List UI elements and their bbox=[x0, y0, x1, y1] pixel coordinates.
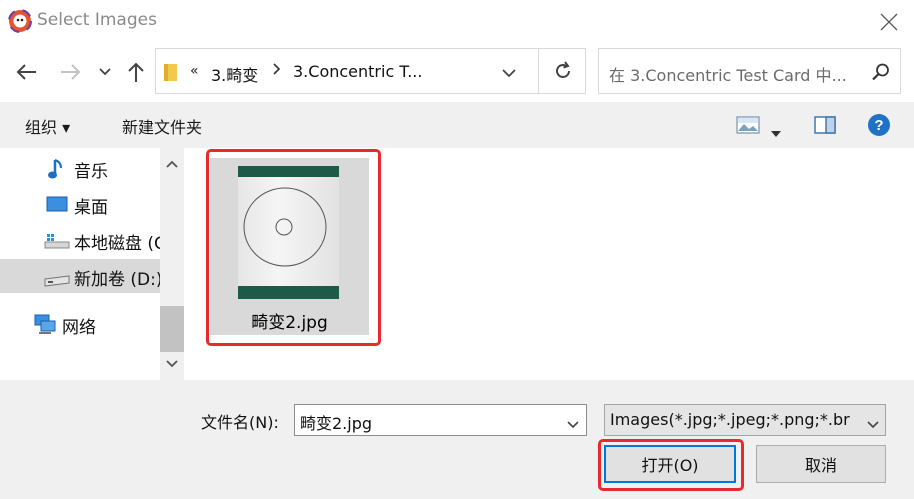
scrollbar-thumb[interactable] bbox=[160, 306, 184, 352]
nav-item-network[interactable]: 网络 bbox=[0, 307, 160, 341]
highlight-box-file bbox=[206, 149, 381, 346]
recent-locations-button[interactable] bbox=[92, 59, 118, 85]
refresh-button[interactable] bbox=[538, 49, 586, 93]
title-bar: Select Images bbox=[0, 0, 914, 42]
nav-item-label: 新加卷 (D:) bbox=[74, 270, 160, 290]
nav-item-label: 音乐 bbox=[74, 162, 108, 182]
chevron-down-icon bbox=[99, 68, 111, 76]
breadcrumb-item[interactable]: 3.Concentric T... bbox=[293, 62, 422, 81]
up-button[interactable] bbox=[123, 59, 149, 85]
filename-combobox[interactable]: 畸变2.jpg bbox=[294, 404, 587, 436]
breadcrumb-separator-icon[interactable] bbox=[273, 63, 281, 79]
search-box[interactable]: 在 3.Concentric Test Card 中... bbox=[598, 48, 901, 94]
filename-dropdown-icon[interactable] bbox=[567, 414, 579, 433]
file-type-select[interactable]: Images(*.jpg;*.jpeg;*.png;*.br bbox=[604, 404, 886, 436]
up-arrow-icon bbox=[128, 62, 144, 82]
nav-item-music[interactable]: 音乐 bbox=[0, 151, 160, 185]
search-icon[interactable] bbox=[871, 62, 891, 86]
nav-pane-scrollbar[interactable] bbox=[160, 148, 184, 380]
back-arrow-icon bbox=[16, 64, 36, 80]
navigation-pane: 音乐 桌面 本地磁盘 (C 新加卷 (D:) 网络 bbox=[0, 148, 160, 380]
local-disk-icon bbox=[44, 233, 70, 253]
network-icon bbox=[33, 313, 57, 339]
organize-menu-button[interactable]: 组织 ▾ bbox=[25, 114, 70, 138]
scroll-down-button[interactable] bbox=[160, 354, 184, 374]
filename-label: 文件名(N): bbox=[201, 413, 279, 432]
preview-pane-icon bbox=[814, 116, 836, 134]
nav-item-volume-d[interactable]: 新加卷 (D:) bbox=[0, 259, 160, 293]
folder-icon bbox=[163, 62, 179, 86]
bottom-panel: 文件名(N): 畸变2.jpg Images(*.jpg;*.jpeg;*.pn… bbox=[0, 380, 914, 499]
close-button[interactable] bbox=[872, 8, 906, 36]
app-logo-icon bbox=[8, 9, 32, 33]
drive-icon bbox=[44, 272, 70, 291]
chevron-down-icon bbox=[166, 360, 178, 368]
svg-text:?: ? bbox=[874, 117, 883, 134]
nav-item-local-disk-c[interactable]: 本地磁盘 (C bbox=[0, 223, 160, 257]
highlight-box-open bbox=[598, 439, 744, 491]
breadcrumb-overflow[interactable]: « bbox=[190, 63, 199, 79]
new-folder-button[interactable]: 新建文件夹 bbox=[122, 114, 202, 138]
breadcrumb-item[interactable]: 3.畸变 bbox=[211, 62, 258, 86]
cancel-button[interactable]: 取消 bbox=[756, 445, 886, 483]
nav-item-desktop[interactable]: 桌面 bbox=[0, 187, 160, 221]
address-bar[interactable]: « 3.畸变 3.Concentric T... bbox=[155, 48, 586, 94]
file-list: 畸变2.jpg bbox=[186, 148, 914, 380]
view-thumbnail-icon bbox=[736, 116, 760, 134]
command-toolbar: 组织 ▾ 新建文件夹 ? bbox=[0, 102, 914, 148]
back-button[interactable] bbox=[13, 59, 39, 85]
filename-input[interactable]: 畸变2.jpg bbox=[300, 410, 372, 434]
scroll-up-button[interactable] bbox=[160, 154, 184, 174]
address-dropdown-icon[interactable] bbox=[502, 63, 516, 82]
nav-item-label: 网络 bbox=[62, 318, 96, 338]
preview-pane-button[interactable] bbox=[814, 116, 836, 138]
nav-item-label: 桌面 bbox=[74, 198, 108, 218]
close-icon bbox=[880, 13, 898, 31]
chevron-up-icon bbox=[166, 160, 178, 168]
help-button[interactable]: ? bbox=[867, 113, 891, 141]
nav-item-label: 本地磁盘 (C bbox=[74, 234, 160, 254]
help-icon: ? bbox=[868, 114, 890, 136]
desktop-icon bbox=[46, 196, 68, 216]
music-note-icon bbox=[47, 158, 65, 184]
view-options-dropdown-icon[interactable] bbox=[771, 122, 781, 141]
forward-arrow-icon bbox=[61, 64, 81, 80]
search-input[interactable]: 在 3.Concentric Test Card 中... bbox=[609, 62, 847, 86]
file-type-value: Images(*.jpg;*.jpeg;*.png;*.br bbox=[610, 410, 850, 429]
window-title: Select Images bbox=[37, 10, 157, 30]
refresh-icon bbox=[555, 61, 570, 78]
forward-button[interactable] bbox=[58, 59, 84, 85]
file-type-dropdown-icon[interactable] bbox=[867, 414, 879, 433]
view-mode-button[interactable] bbox=[736, 116, 760, 138]
